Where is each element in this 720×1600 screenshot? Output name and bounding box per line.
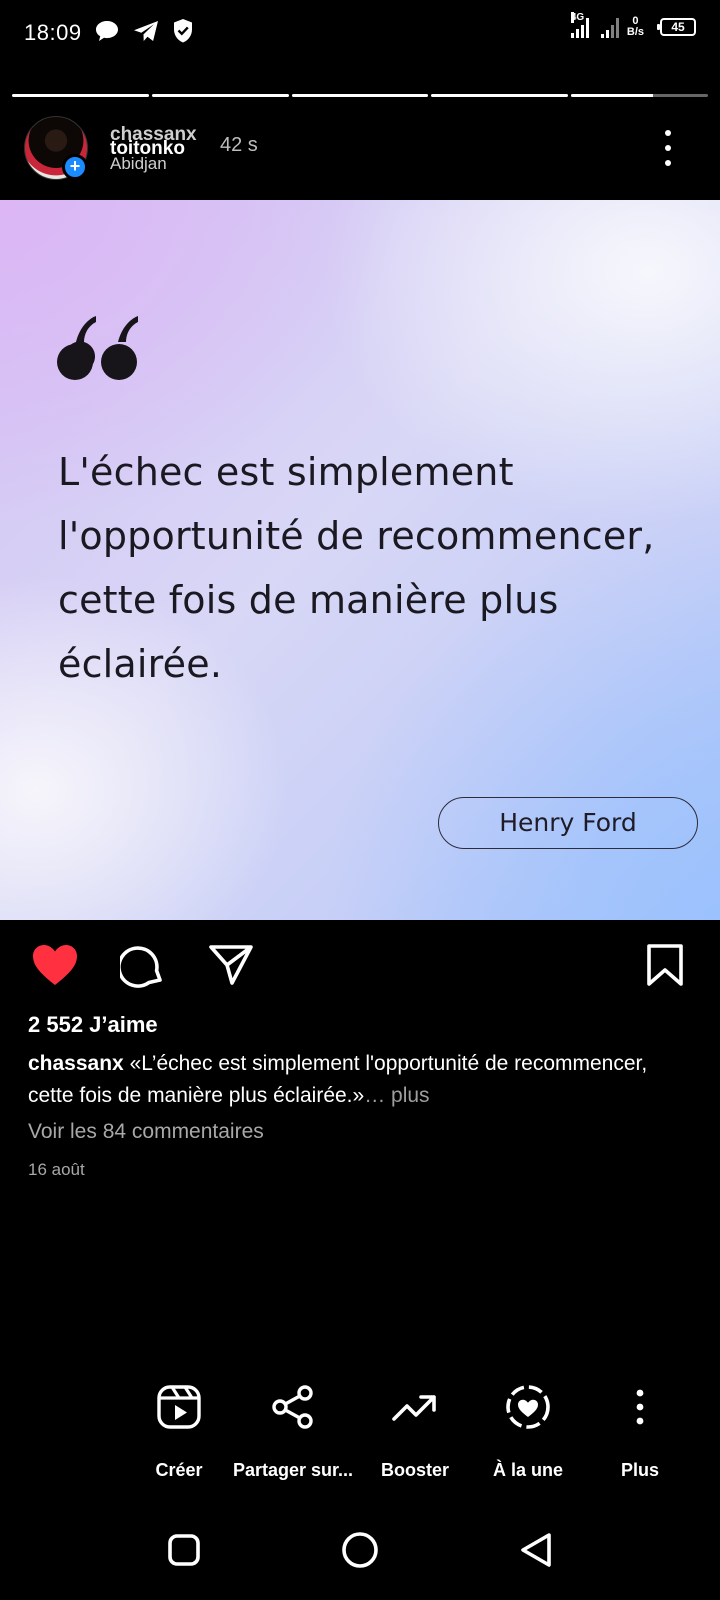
story-bottom-actions: Créer Partager sur... Booster À la une P…	[0, 1382, 720, 1492]
story-progress-fill	[291, 94, 429, 97]
network-label: 4G	[570, 12, 585, 23]
quote-text: L'échec est simplement l'opportunité de …	[58, 450, 655, 686]
more-button[interactable]: Plus	[575, 1382, 705, 1481]
share-to-button[interactable]: Partager sur...	[228, 1382, 358, 1481]
story-progress-fill	[12, 94, 149, 97]
highlight-button[interactable]: À la une	[463, 1382, 593, 1481]
data-speed: 0 B/s	[627, 16, 644, 38]
triangle-back-icon	[521, 1533, 551, 1567]
story-progress-fill	[151, 94, 289, 97]
status-right-indicators: 4G 0 B/s 45	[570, 12, 696, 38]
send-icon	[209, 945, 253, 985]
home-button[interactable]	[330, 1520, 390, 1580]
status-time: 18:09	[24, 20, 82, 45]
reels-create-icon	[157, 1385, 201, 1429]
story-progress-fill	[431, 94, 569, 97]
caption-username[interactable]: chassanx	[28, 1052, 124, 1075]
highlight-label: À la une	[492, 1460, 563, 1480]
likes-count[interactable]: 2 552 J’aime	[28, 1012, 158, 1038]
share-to-label: Partager sur...	[232, 1460, 354, 1480]
add-story-icon[interactable]: +	[62, 154, 88, 180]
post-image[interactable]: L'échec est simplement l'opportunité de …	[0, 200, 720, 920]
recent-apps-button[interactable]	[154, 1520, 214, 1580]
heart-filled-icon	[33, 945, 77, 985]
caption[interactable]: chassanx «L’échec est simplement l'oppor…	[28, 1048, 668, 1112]
location-label[interactable]: Abidjan	[110, 154, 167, 174]
more-options-icon[interactable]	[660, 130, 676, 166]
share-icon	[272, 1385, 313, 1429]
post-date: 16 août	[28, 1160, 85, 1179]
telegram-icon	[134, 21, 158, 41]
status-bar: 18:09 4G 0 B/s 45	[0, 0, 720, 64]
system-nav-bar	[0, 1520, 720, 1580]
comment-icon	[120, 946, 162, 988]
battery-indicator: 45	[657, 18, 696, 36]
status-notification-icons	[94, 18, 194, 44]
highlight-heart-icon	[506, 1385, 550, 1429]
comment-button[interactable]	[118, 940, 168, 990]
square-icon	[168, 1534, 200, 1566]
author-badge: Henry Ford	[438, 797, 698, 849]
view-comments-link[interactable]: Voir les 84 commentaires	[28, 1120, 264, 1144]
story-progress-segment	[571, 94, 708, 97]
create-label: Créer	[155, 1460, 203, 1480]
caption-more-link[interactable]: … plus	[364, 1084, 429, 1107]
create-button[interactable]: Créer	[114, 1382, 244, 1481]
story-progress-segment	[151, 94, 289, 97]
share-button[interactable]	[206, 940, 256, 990]
circle-icon	[342, 1532, 378, 1568]
signal-icon	[600, 16, 619, 38]
like-button[interactable]	[30, 940, 80, 990]
story-progress-segment	[12, 94, 149, 97]
save-button[interactable]	[640, 940, 690, 990]
story-progress-segment	[431, 94, 569, 97]
boost-button[interactable]: Booster	[350, 1382, 480, 1481]
quote-mark-icon	[57, 316, 138, 380]
signal-4g-icon: 4G	[570, 12, 589, 38]
story-progress-fill	[571, 94, 654, 97]
time-ago: 42 s	[220, 134, 258, 156]
speed-unit: B/s	[626, 26, 644, 38]
back-button[interactable]	[506, 1520, 566, 1580]
trending-up-icon	[392, 1395, 436, 1421]
post-actions	[0, 940, 720, 990]
story-header: + chassanx toitonko Abidjan 42 s	[0, 114, 720, 194]
more-vertical-icon	[636, 1389, 644, 1425]
boost-label: Booster	[380, 1460, 449, 1480]
bookmark-icon	[647, 944, 683, 986]
story-progress-segment	[291, 94, 429, 97]
more-label: Plus	[620, 1460, 659, 1480]
shield-icon	[174, 19, 192, 43]
chat-bubble-icon	[96, 21, 118, 41]
story-progress-bar	[12, 94, 708, 97]
